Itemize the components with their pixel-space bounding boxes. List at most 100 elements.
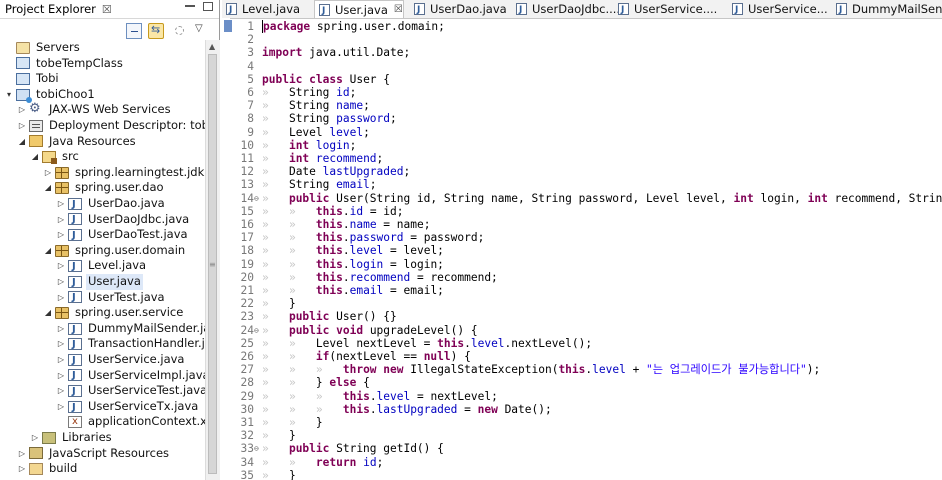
expand-toggle-icon[interactable]: ▷: [56, 258, 66, 274]
tree-item[interactable]: ▷ UserService.java: [56, 352, 186, 368]
fold-toggle-icon[interactable]: ⊖: [254, 324, 259, 337]
tree-item[interactable]: ▷ JAX-WS Web Services: [17, 101, 173, 118]
tree-item[interactable]: ▷ UserServiceTest.java: [56, 383, 205, 399]
java-icon: [68, 384, 82, 400]
expand-toggle-icon[interactable]: ▷: [56, 212, 66, 228]
tree-item[interactable]: ▷ UserServiceImpl.java: [56, 368, 205, 384]
editor-tab[interactable]: DummyMailSen...: [832, 0, 942, 19]
tree-item[interactable]: ▷ UserDao.java: [56, 196, 167, 212]
expand-toggle-icon[interactable]: ▷: [43, 165, 53, 181]
expand-toggle-icon[interactable]: ▷: [17, 446, 27, 462]
tree-item[interactable]: tobeTempClass: [4, 56, 125, 72]
expand-toggle-icon[interactable]: ▷: [56, 274, 66, 290]
line-number: 26: [240, 350, 254, 363]
tree-item[interactable]: ▷ UserDaoJdbc.java: [56, 212, 191, 228]
expand-toggle-icon[interactable]: ▷: [30, 430, 40, 446]
tree-item[interactable]: ▷ UserServiceTx.java: [56, 399, 200, 415]
tree-item-label: UserServiceTx.java: [88, 398, 199, 413]
tree-item[interactable]: ◢ spring.user.dao: [43, 180, 166, 196]
code-area[interactable]: 1 package spring.user.domain; 2 3 import jav…: [222, 18, 942, 480]
tree-item[interactable]: ▷ TransactionHandler.java: [56, 336, 205, 352]
line-number: 7: [247, 99, 254, 113]
tree-item-label: Level.java: [88, 258, 147, 273]
expand-toggle-icon[interactable]: ▷: [56, 399, 66, 415]
expand-toggle-icon[interactable]: ▷: [56, 383, 66, 399]
tree-item[interactable]: ◢ src: [30, 149, 81, 165]
tree-item[interactable]: ▷ User.java: [56, 274, 143, 290]
code-token: .: [342, 204, 350, 218]
scroll-up-arrow-icon[interactable]: ▲: [209, 42, 215, 51]
expand-toggle-icon[interactable]: ▷: [56, 352, 66, 368]
expand-toggle-icon[interactable]: ◢: [17, 134, 27, 150]
tree-item[interactable]: ▾ tobiChoo1: [4, 87, 97, 103]
java-icon: [68, 353, 82, 368]
code-token: import: [262, 46, 303, 60]
tree-item[interactable]: Tobi: [4, 71, 61, 87]
editor-tab[interactable]: UserDaoJdbc....: [512, 0, 620, 19]
expand-toggle-icon[interactable]: ◢: [30, 149, 40, 165]
line-number: 3: [247, 46, 254, 60]
tree-item[interactable]: ▷ Libraries: [30, 430, 114, 446]
java-file-icon: [226, 1, 237, 19]
tree-item-label: JAX-WS Web Services: [49, 102, 171, 117]
fold-toggle-icon[interactable]: ⊖: [254, 192, 259, 205]
java-resources-icon: [29, 135, 43, 148]
tree-item[interactable]: ▷ DummyMailSender.java: [56, 321, 205, 337]
project-tree-scrollbar[interactable]: ▲ ≡: [205, 40, 220, 480]
fold-toggle-icon[interactable]: ⊖: [254, 442, 259, 455]
expand-toggle-icon[interactable]: ▷: [17, 102, 27, 118]
editor-tab[interactable]: UserService....: [614, 0, 717, 19]
code-token: level: [329, 125, 364, 139]
expand-toggle-icon[interactable]: ▷: [56, 196, 66, 212]
tree-item[interactable]: ◢ Java Resources: [17, 134, 138, 150]
expand-toggle-icon[interactable]: ◢: [43, 305, 53, 321]
expand-toggle-icon[interactable]: ▷: [56, 290, 66, 306]
expand-toggle-icon[interactable]: ▷: [17, 118, 27, 134]
line-number: 29: [240, 389, 254, 403]
maximize-icon[interactable]: [203, 2, 213, 11]
code-text: » » this.level = level;: [262, 244, 444, 257]
tree-item[interactable]: ▷ build: [17, 461, 79, 477]
code-text: » » if(nextLevel == null) {: [262, 350, 471, 363]
expand-toggle-icon[interactable]: ▷: [56, 321, 66, 337]
tree-item[interactable]: ▷ Deployment Descriptor: tobiChoo1: [17, 118, 205, 134]
line-number: 8: [247, 112, 254, 126]
expand-toggle-icon[interactable]: ▷: [56, 227, 66, 243]
tree-item[interactable]: ▷ JavaScript Resources: [17, 446, 171, 462]
tree-item[interactable]: ▷ spring.learningtest.jdk: [43, 165, 205, 181]
tree-item[interactable]: applicationContext.xml: [56, 414, 205, 430]
tree-item[interactable]: ▷ Level.java: [56, 258, 148, 274]
editor-tab[interactable]: UserDao.java: [410, 0, 507, 19]
editor-tab[interactable]: User.java ☒: [314, 0, 404, 20]
line-number: 23: [240, 310, 254, 324]
focus-on-active-task-icon[interactable]: [172, 23, 188, 39]
code-token: int: [288, 138, 310, 152]
collapse-all-icon[interactable]: [126, 23, 142, 39]
minimize-icon[interactable]: [185, 5, 195, 7]
expand-toggle-icon[interactable]: ▷: [17, 461, 27, 477]
tab-whitespace-marker: »: [262, 165, 289, 179]
expand-toggle-icon[interactable]: ▷: [56, 368, 66, 384]
code-token: if: [315, 350, 330, 363]
close-tab-icon[interactable]: ☒: [394, 1, 403, 19]
code-text: » » return id;: [262, 456, 383, 469]
code-token: public: [262, 72, 303, 86]
project-explorer-title[interactable]: Project Explorer: [0, 2, 96, 16]
code-token: Level nextLevel =: [315, 336, 438, 350]
link-with-editor-icon[interactable]: [148, 23, 164, 39]
tree-item[interactable]: ◢ spring.user.service: [43, 305, 185, 321]
expand-toggle-icon[interactable]: ◢: [43, 180, 53, 196]
close-view-icon[interactable]: ☒: [102, 3, 112, 16]
expand-toggle-icon[interactable]: ◢: [43, 243, 53, 259]
expand-toggle-icon[interactable]: ▷: [56, 336, 66, 352]
editor-tab[interactable]: Level.java: [222, 0, 300, 19]
view-menu-icon[interactable]: ▽: [195, 23, 211, 39]
tree-item[interactable]: Servers: [4, 40, 82, 56]
tree-item[interactable]: ◢ spring.user.domain: [43, 243, 187, 259]
expand-toggle-icon[interactable]: ▾: [4, 87, 14, 103]
editor-tab[interactable]: UserService...: [728, 0, 828, 19]
tree-item[interactable]: ▷ UserTest.java: [56, 290, 167, 306]
tree-item[interactable]: ▷ UserDaoTest.java: [56, 227, 190, 243]
code-token: recommend: [315, 152, 377, 165]
code-token: = password;: [403, 231, 485, 245]
